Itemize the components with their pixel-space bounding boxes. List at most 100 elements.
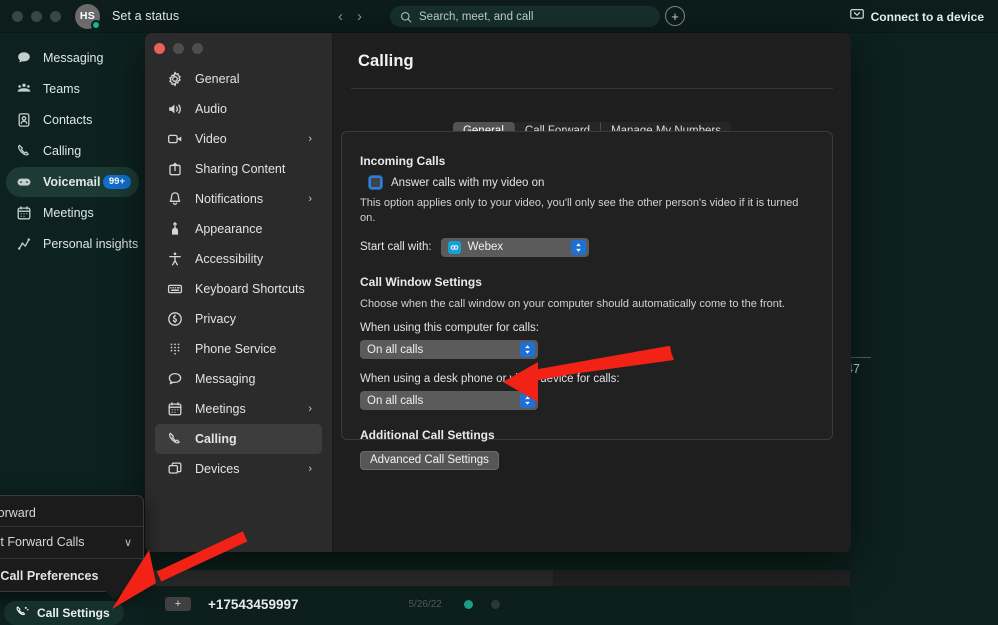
settings-window: General Audio Video › Sharing Content Notific… <box>145 33 851 552</box>
sidebar-item-personal-insights[interactable]: Personal insights <box>6 229 139 259</box>
settings-nav-item-keyboard-shortcuts[interactable]: Keyboard Shortcuts <box>155 274 322 304</box>
answer-with-video-row[interactable]: Answer calls with my video on <box>369 176 814 189</box>
forward-arrow-icon[interactable]: › <box>357 9 362 24</box>
back-arrow-icon[interactable]: ‹ <box>338 9 343 24</box>
settings-minimize-button[interactable] <box>173 43 184 54</box>
settings-nav-label: General <box>195 72 240 86</box>
search-icon <box>400 11 412 23</box>
call-settings-icon <box>15 605 29 622</box>
call-settings-label: Call Settings <box>37 606 110 620</box>
start-call-with-label: Start call with: <box>360 241 432 254</box>
computer-calls-select[interactable]: On all calls <box>360 340 538 360</box>
maximize-window-button[interactable] <box>50 10 61 22</box>
settings-nav-item-devices[interactable]: Devices › <box>155 454 322 484</box>
close-window-button[interactable] <box>12 10 23 22</box>
sidebar-item-contacts[interactable]: Contacts <box>6 105 139 135</box>
voicemail-play-dot[interactable] <box>463 599 473 609</box>
background-plus-badge: + <box>165 597 191 611</box>
settings-nav-item-appearance[interactable]: Appearance <box>155 214 322 244</box>
add-button[interactable]: + <box>665 6 685 26</box>
window-traffic-lights[interactable] <box>0 10 61 22</box>
camera-icon <box>167 131 183 147</box>
stepper-icon[interactable] <box>570 239 586 255</box>
search-input[interactable]: Search, meet, and call <box>390 6 660 27</box>
background-divider <box>851 357 871 358</box>
sidebar-item-voicemail[interactable]: Voicemail 99+ <box>6 167 139 197</box>
minimize-window-button[interactable] <box>31 10 42 22</box>
forward-mode-select[interactable]: Do Not Forward Calls ∨ <box>0 527 143 558</box>
set-status-button[interactable]: Set a status <box>112 9 179 23</box>
keyboard-icon <box>167 281 183 297</box>
sidebar-item-label: Meetings <box>43 206 94 220</box>
sidebar-item-calling[interactable]: Calling <box>6 136 139 166</box>
answer-with-video-label: Answer calls with my video on <box>391 176 545 189</box>
settings-content: Calling GeneralCall ForwardManage My Num… <box>333 33 851 552</box>
sidebar-item-label: Teams <box>43 82 80 96</box>
privacy-icon <box>167 311 183 327</box>
sidebar-item-label: Contacts <box>43 113 93 127</box>
settings-traffic-lights[interactable] <box>154 43 203 54</box>
bell-icon <box>167 191 183 207</box>
settings-nav-item-audio[interactable]: Audio <box>155 94 322 124</box>
settings-close-button[interactable] <box>154 43 165 54</box>
settings-nav-item-notifications[interactable]: Notifications › <box>155 184 322 214</box>
settings-nav-item-calling[interactable]: Calling <box>155 424 322 454</box>
incoming-calls-heading: Incoming Calls <box>360 154 446 168</box>
desk-phone-calls-label: When using a desk phone or video device … <box>360 373 620 386</box>
device-icon <box>849 9 864 24</box>
sidebar-item-label: Messaging <box>43 51 104 65</box>
connect-to-device-label: Connect to a device <box>870 9 984 24</box>
settings-nav-list: General Audio Video › Sharing Content Notific… <box>145 33 333 552</box>
webex-app-window: HS Set a status ‹ › Search, meet, and ca… <box>0 0 998 625</box>
chevron-right-icon: › <box>308 133 312 145</box>
additional-call-settings-heading: Additional Call Settings <box>360 428 495 443</box>
chevron-right-icon: › <box>308 403 312 415</box>
desk-phone-calls-select[interactable]: On all calls <box>360 391 538 411</box>
call-settings-button[interactable]: Call Settings <box>4 601 124 625</box>
settings-nav-label: Notifications <box>195 192 264 206</box>
share-icon <box>167 161 183 177</box>
chat-icon <box>15 50 32 67</box>
start-call-with-row: Start call with: Webex <box>360 237 814 257</box>
avatar[interactable]: HS <box>75 3 101 30</box>
settings-nav-label: Calling <box>195 432 237 446</box>
settings-nav-label: Phone Service <box>195 342 277 356</box>
calendar-icon <box>15 205 32 222</box>
settings-nav-item-phone-service[interactable]: Phone Service <box>155 334 322 364</box>
devices-icon <box>167 461 183 477</box>
appearance-icon <box>167 221 183 237</box>
call-window-description: Choose when the call window on your comp… <box>360 297 785 310</box>
connect-to-device-button[interactable]: Connect to a device <box>849 0 984 33</box>
voicemail-icon <box>15 174 32 191</box>
phone-icon <box>167 431 183 447</box>
message-icon <box>167 371 183 387</box>
settings-nav-item-general[interactable]: General <box>155 64 322 94</box>
accessibility-icon <box>167 251 183 267</box>
settings-nav-item-video[interactable]: Video › <box>155 124 322 154</box>
stepper-icon[interactable] <box>520 342 535 358</box>
settings-nav-label: Keyboard Shortcuts <box>195 282 305 296</box>
settings-nav-item-privacy[interactable]: Privacy <box>155 304 322 334</box>
advanced-call-settings-button[interactable]: Advanced Call Settings <box>360 450 499 470</box>
stepper-icon[interactable] <box>520 393 535 409</box>
background-detail-pane <box>851 33 998 625</box>
sidebar-item-teams[interactable]: Teams <box>6 74 139 104</box>
open-call-preferences-link[interactable]: Open Call Preferences <box>0 559 143 583</box>
settings-nav-label: Meetings <box>195 402 246 416</box>
sidebar-item-messaging[interactable]: Messaging <box>6 43 139 73</box>
settings-nav-item-meetings[interactable]: Meetings › <box>155 394 322 424</box>
sidebar-item-meetings[interactable]: Meetings <box>6 198 139 228</box>
settings-nav-item-sharing-content[interactable]: Sharing Content <box>155 154 322 184</box>
settings-nav-item-accessibility[interactable]: Accessibility <box>155 244 322 274</box>
voicemail-secondary-dot[interactable] <box>490 599 500 609</box>
chevron-down-icon: ∨ <box>123 536 132 549</box>
answer-with-video-checkbox[interactable] <box>369 176 382 189</box>
settings-nav-item-messaging[interactable]: Messaging <box>155 364 322 394</box>
voicemail-list-item[interactable]: + +17543459997 5/26/22 <box>150 583 850 625</box>
settings-maximize-button[interactable] <box>192 43 203 54</box>
start-call-with-value: Webex <box>467 241 504 254</box>
start-call-with-select[interactable]: Webex <box>440 237 589 257</box>
settings-nav-label: Audio <box>195 102 227 116</box>
settings-nav-label: Messaging <box>195 372 256 386</box>
search-placeholder: Search, meet, and call <box>419 10 534 23</box>
